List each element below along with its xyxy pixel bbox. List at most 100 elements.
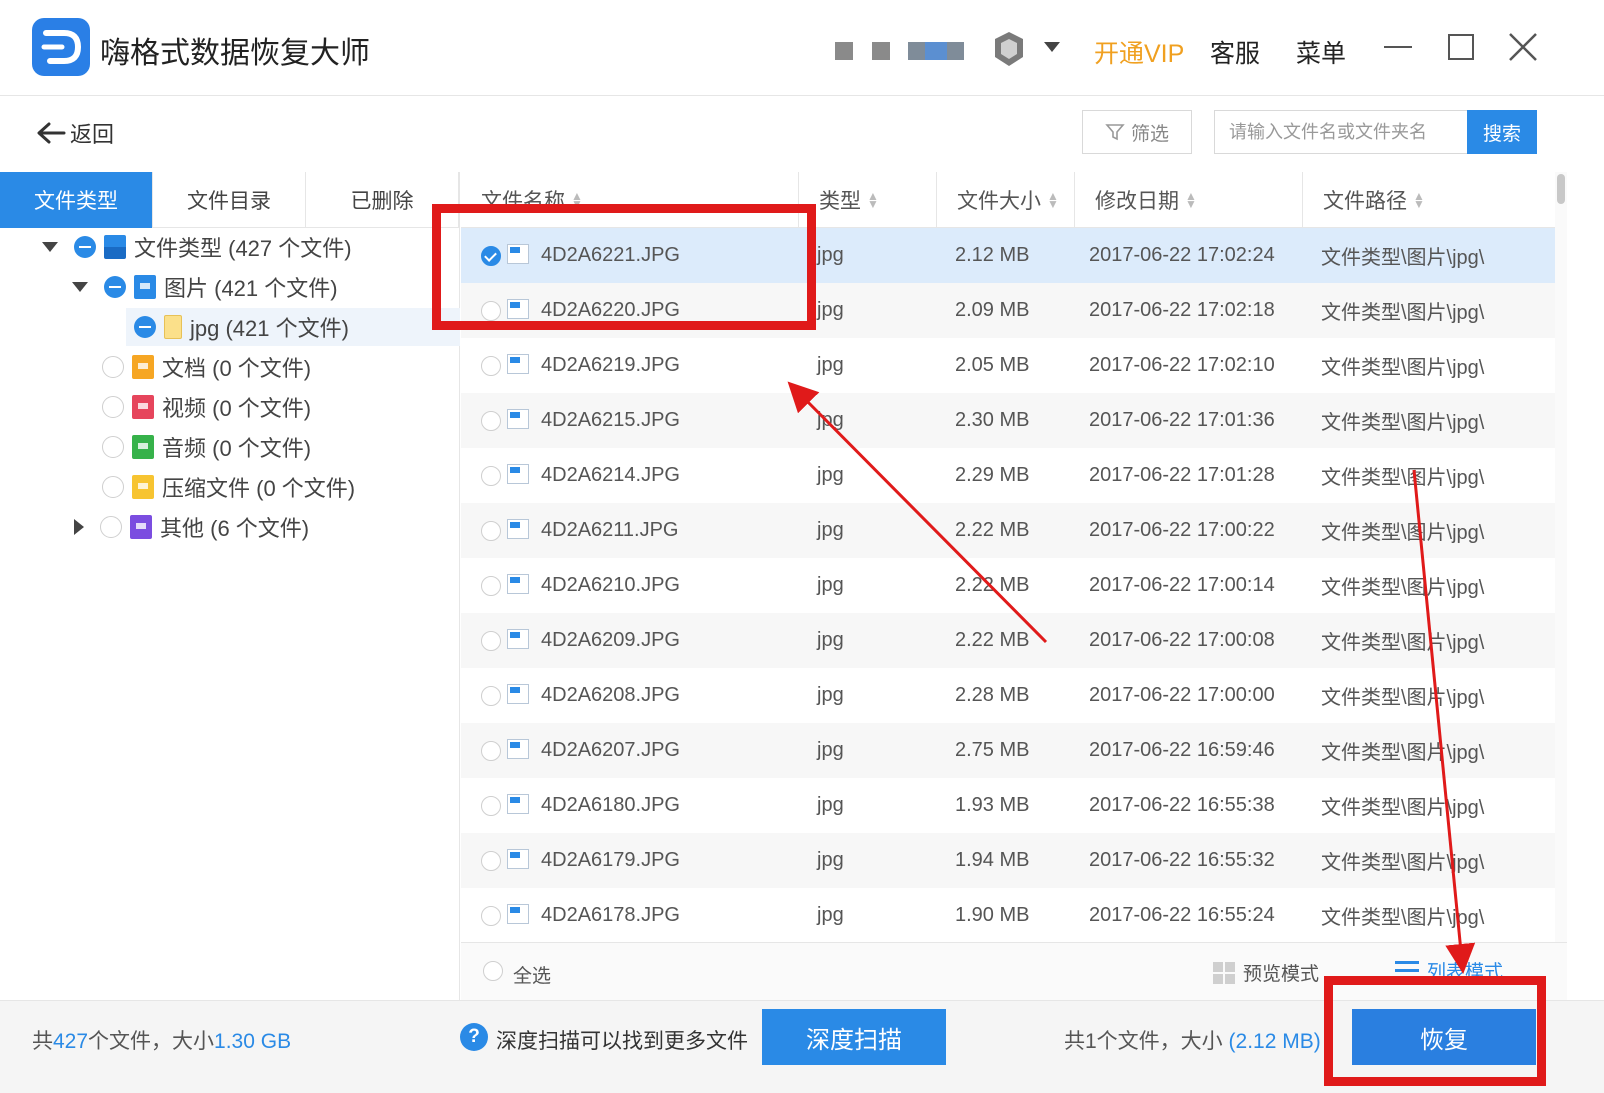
open-vip-link[interactable]: 开通VIP bbox=[1094, 34, 1184, 70]
file-size-cell: 2.05 MB bbox=[955, 354, 1030, 376]
table-row[interactable]: 4D2A6210.JPG jpg 2.22 MB 2017-06-22 17:00:1… bbox=[461, 558, 1555, 613]
column-header-date[interactable]: 修改日期 ▲ ▼ bbox=[1075, 172, 1303, 228]
table-row[interactable]: 4D2A6221.JPG jpg 2.12 MB 2017-06-22 17:02:2… bbox=[461, 228, 1555, 283]
filter-button[interactable]: 筛选 bbox=[1082, 110, 1192, 154]
tree-item-audio[interactable]: 音频 (0 个文件) bbox=[102, 428, 311, 466]
table-row[interactable]: 4D2A6180.JPG jpg 1.93 MB 2017-06-22 16:55:3… bbox=[461, 778, 1555, 833]
column-header-path[interactable]: 文件路径 ▲ ▼ bbox=[1303, 172, 1555, 228]
row-checkbox[interactable] bbox=[481, 301, 501, 321]
column-header-name[interactable]: 文件名称 ▲ ▼ bbox=[461, 172, 799, 228]
tree-item-label: 其他 (6 个文件) bbox=[160, 516, 310, 541]
account-dropdown-icon[interactable] bbox=[1044, 42, 1060, 52]
minimize-icon[interactable] bbox=[1384, 46, 1412, 48]
tab-file-directory[interactable]: 文件目录 bbox=[153, 172, 306, 228]
recover-button[interactable]: 恢复 bbox=[1352, 1009, 1536, 1065]
selected-text: 共1个文件，大小 bbox=[1064, 1030, 1223, 1053]
tree-item-all-types[interactable]: 文件类型 (427 个文件) bbox=[42, 228, 352, 266]
expand-arrow-icon[interactable] bbox=[72, 282, 88, 292]
list-mode-button[interactable]: 列表模式 bbox=[1395, 957, 1503, 984]
shield-icon[interactable] bbox=[992, 30, 1026, 68]
tree-item-images[interactable]: 图片 (421 个文件) bbox=[72, 268, 338, 306]
scrollbar[interactable] bbox=[1555, 172, 1567, 942]
row-checkbox[interactable] bbox=[481, 796, 501, 816]
file-date-cell: 2017-06-22 17:00:00 bbox=[1089, 684, 1275, 706]
column-header-size[interactable]: 文件大小 ▲ ▼ bbox=[937, 172, 1075, 228]
maximize-icon[interactable] bbox=[1448, 34, 1474, 60]
image-file-icon bbox=[507, 299, 529, 319]
back-button[interactable]: 返回 bbox=[36, 116, 114, 150]
row-checkbox[interactable] bbox=[481, 411, 501, 431]
table-row[interactable]: 4D2A6209.JPG jpg 2.22 MB 2017-06-22 17:00:0… bbox=[461, 613, 1555, 668]
partial-check-icon[interactable] bbox=[74, 236, 96, 258]
select-all-label[interactable]: 全选 bbox=[513, 961, 551, 988]
preview-mode-button[interactable]: 预览模式 bbox=[1213, 959, 1319, 986]
column-header-type[interactable]: 类型 ▲ ▼ bbox=[799, 172, 937, 228]
row-checkbox[interactable] bbox=[481, 356, 501, 376]
row-checkbox[interactable] bbox=[481, 686, 501, 706]
row-checkbox[interactable] bbox=[481, 521, 501, 541]
tab-deleted[interactable]: 已删除 bbox=[306, 172, 459, 228]
row-checkbox[interactable] bbox=[481, 851, 501, 871]
deep-scan-tip: 深度扫描可以找到更多文件 bbox=[496, 1030, 748, 1053]
tab-file-type[interactable]: 文件类型 bbox=[0, 172, 153, 228]
table-row[interactable]: 4D2A6211.JPG jpg 2.22 MB 2017-06-22 17:00:2… bbox=[461, 503, 1555, 558]
file-name-cell: 4D2A6210.JPG bbox=[541, 574, 680, 596]
file-name-cell: 4D2A6209.JPG bbox=[541, 629, 680, 651]
image-file-icon bbox=[507, 904, 529, 924]
checkbox-icon[interactable] bbox=[102, 476, 124, 498]
file-path-cell: 文件类型\图片\jpg\ bbox=[1321, 247, 1485, 269]
help-icon[interactable]: ? bbox=[460, 1023, 488, 1051]
tree-item-documents[interactable]: 文档 (0 个文件) bbox=[102, 348, 311, 386]
tree-item-videos[interactable]: 视频 (0 个文件) bbox=[102, 388, 311, 426]
menu-button[interactable]: 菜单 bbox=[1296, 34, 1346, 70]
search-input[interactable] bbox=[1214, 110, 1468, 154]
scrollbar-thumb[interactable] bbox=[1557, 174, 1565, 204]
file-type-cell: jpg bbox=[817, 849, 844, 871]
checkbox-icon[interactable] bbox=[100, 516, 122, 538]
file-size-cell: 2.22 MB bbox=[955, 574, 1030, 596]
selected-files-info: 共1个文件，大小 (2.12 MB) bbox=[1064, 1025, 1321, 1055]
table-row[interactable]: 4D2A6215.JPG jpg 2.30 MB 2017-06-22 17:01:3… bbox=[461, 393, 1555, 448]
file-date-cell: 2017-06-22 17:01:36 bbox=[1089, 409, 1275, 431]
row-checkbox[interactable] bbox=[481, 246, 501, 266]
expand-arrow-icon[interactable] bbox=[74, 519, 84, 535]
file-date-cell: 2017-06-22 17:01:28 bbox=[1089, 464, 1275, 486]
row-checkbox[interactable] bbox=[481, 631, 501, 651]
table-row[interactable]: 4D2A6178.JPG jpg 1.90 MB 2017-06-22 16:55:2… bbox=[461, 888, 1555, 942]
deep-scan-button[interactable]: 深度扫描 bbox=[762, 1009, 946, 1065]
search-button[interactable]: 搜索 bbox=[1467, 110, 1537, 154]
file-size-cell: 2.22 MB bbox=[955, 629, 1030, 651]
file-type-cell: jpg bbox=[817, 244, 844, 266]
table-row[interactable]: 4D2A6179.JPG jpg 1.94 MB 2017-06-22 16:55:3… bbox=[461, 833, 1555, 888]
checkbox-icon[interactable] bbox=[102, 436, 124, 458]
file-type-cell: jpg bbox=[817, 519, 844, 541]
file-path-cell: 文件类型\图片\jpg\ bbox=[1321, 852, 1485, 874]
row-checkbox[interactable] bbox=[481, 576, 501, 596]
partial-check-icon[interactable] bbox=[134, 316, 156, 338]
table-row[interactable]: 4D2A6219.JPG jpg 2.05 MB 2017-06-22 17:02:1… bbox=[461, 338, 1555, 393]
tree-item-archives[interactable]: 压缩文件 (0 个文件) bbox=[102, 468, 355, 506]
image-file-icon bbox=[507, 739, 529, 759]
preview-mode-label: 预览模式 bbox=[1243, 964, 1320, 985]
row-checkbox[interactable] bbox=[481, 906, 501, 926]
checkbox-icon[interactable] bbox=[102, 356, 124, 378]
row-checkbox[interactable] bbox=[481, 466, 501, 486]
file-size-cell: 1.93 MB bbox=[955, 794, 1030, 816]
table-row[interactable]: 4D2A6208.JPG jpg 2.28 MB 2017-06-22 17:00:0… bbox=[461, 668, 1555, 723]
customer-service-button[interactable]: 客服 bbox=[1210, 34, 1260, 70]
image-file-icon bbox=[507, 684, 529, 704]
file-path-cell: 文件类型\图片\jpg\ bbox=[1321, 357, 1485, 379]
row-checkbox[interactable] bbox=[481, 741, 501, 761]
expand-arrow-icon[interactable] bbox=[42, 242, 58, 252]
partial-check-icon[interactable] bbox=[104, 276, 126, 298]
file-type-cell: jpg bbox=[817, 684, 844, 706]
tree-item-other[interactable]: 其他 (6 个文件) bbox=[74, 508, 309, 546]
close-icon[interactable] bbox=[1508, 32, 1538, 62]
file-name-cell: 4D2A6219.JPG bbox=[541, 354, 680, 376]
checkbox-icon[interactable] bbox=[102, 396, 124, 418]
tree-item-jpg[interactable]: jpg (421 个文件) bbox=[126, 308, 460, 346]
table-row[interactable]: 4D2A6214.JPG jpg 2.29 MB 2017-06-22 17:01:2… bbox=[461, 448, 1555, 503]
table-row[interactable]: 4D2A6207.JPG jpg 2.75 MB 2017-06-22 16:59:4… bbox=[461, 723, 1555, 778]
select-all-checkbox[interactable] bbox=[483, 961, 503, 981]
table-row[interactable]: 4D2A6220.JPG jpg 2.09 MB 2017-06-22 17:02:1… bbox=[461, 283, 1555, 338]
